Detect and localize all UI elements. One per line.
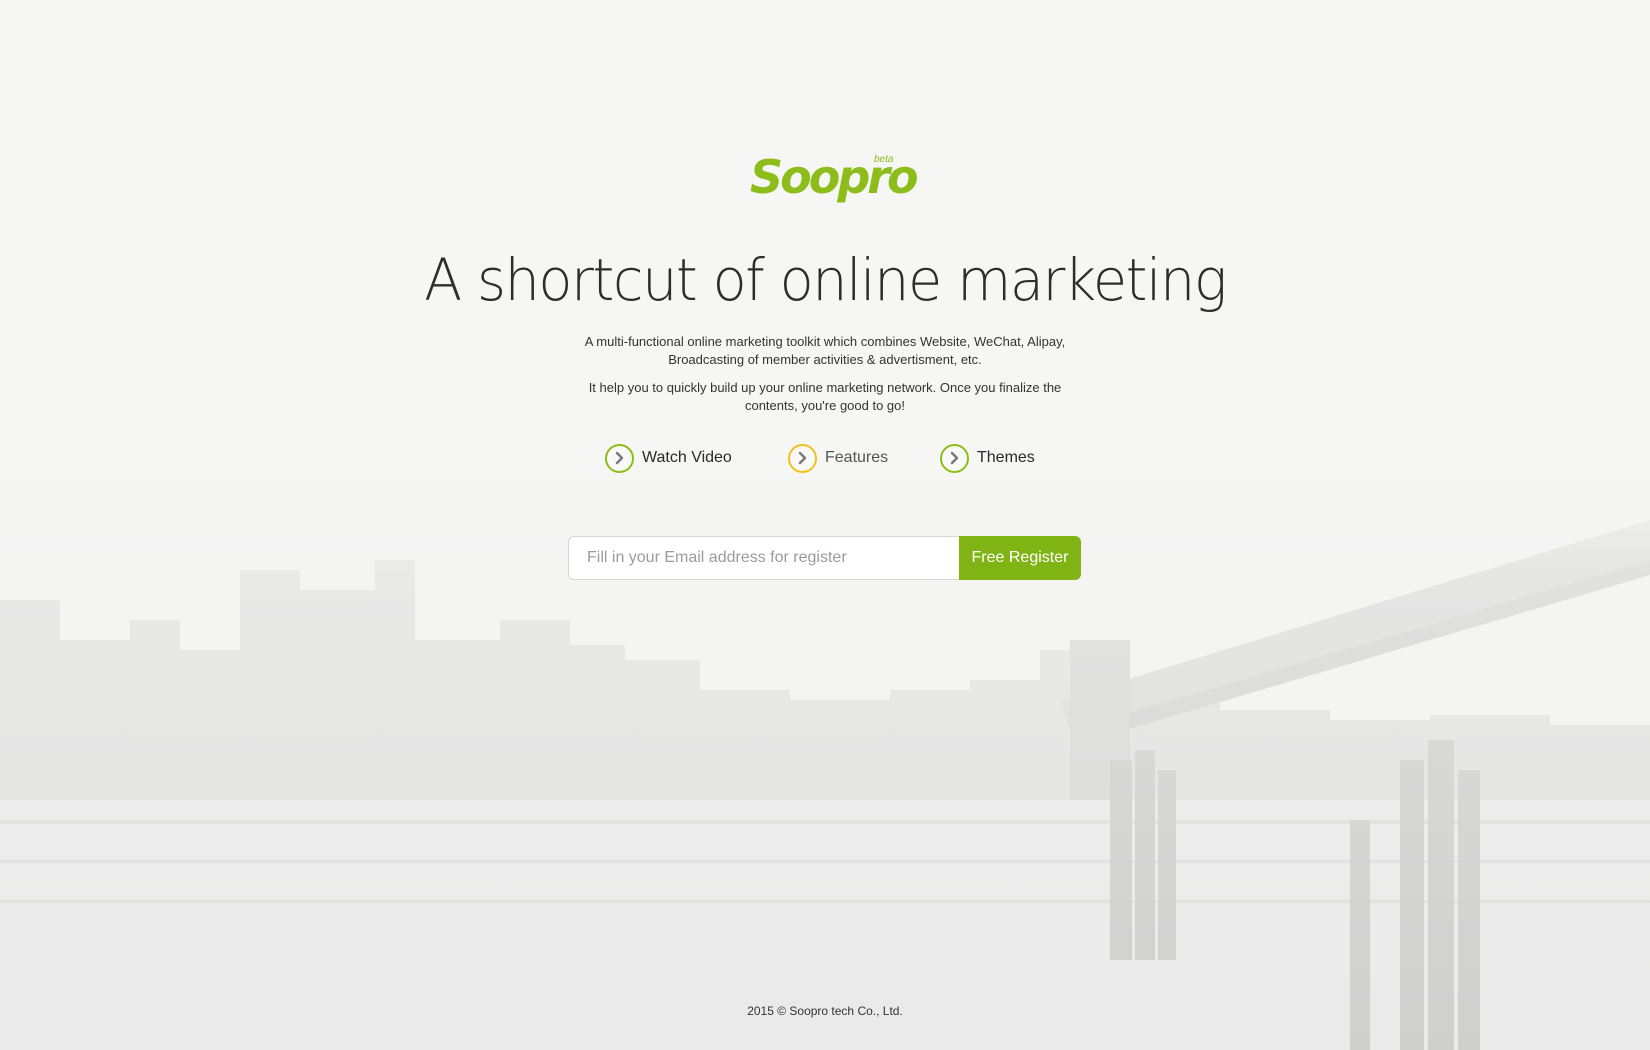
chevron-right-icon: [788, 443, 817, 473]
register-form: Free Register: [568, 536, 1081, 580]
watch-video-link[interactable]: Watch Video: [605, 441, 732, 475]
description-text-1: A multi-functional online marketing tool…: [584, 334, 1066, 367]
watch-video-label: Watch Video: [642, 449, 732, 466]
features-label: Features: [825, 449, 889, 466]
chevron-right-icon: [605, 443, 634, 473]
action-links: Watch Video Features Themes: [0, 441, 1650, 475]
free-register-button[interactable]: Free Register: [959, 536, 1081, 580]
features-link[interactable]: Features: [788, 441, 888, 475]
themes-label: Themes: [977, 449, 1035, 466]
page-title: A shortcut of online marketing: [424, 246, 1227, 314]
themes-link[interactable]: Themes: [940, 441, 1035, 475]
beta-label: beta: [874, 154, 894, 165]
email-input[interactable]: [568, 536, 959, 580]
chevron-right-icon: [940, 443, 969, 473]
description-text-2: It help you to quickly build up your onl…: [588, 380, 1062, 413]
soopro-logo[interactable]: Soopro beta: [750, 148, 919, 218]
copyright-footer: 2015 © Soopro tech Co., Ltd.: [747, 1004, 903, 1018]
